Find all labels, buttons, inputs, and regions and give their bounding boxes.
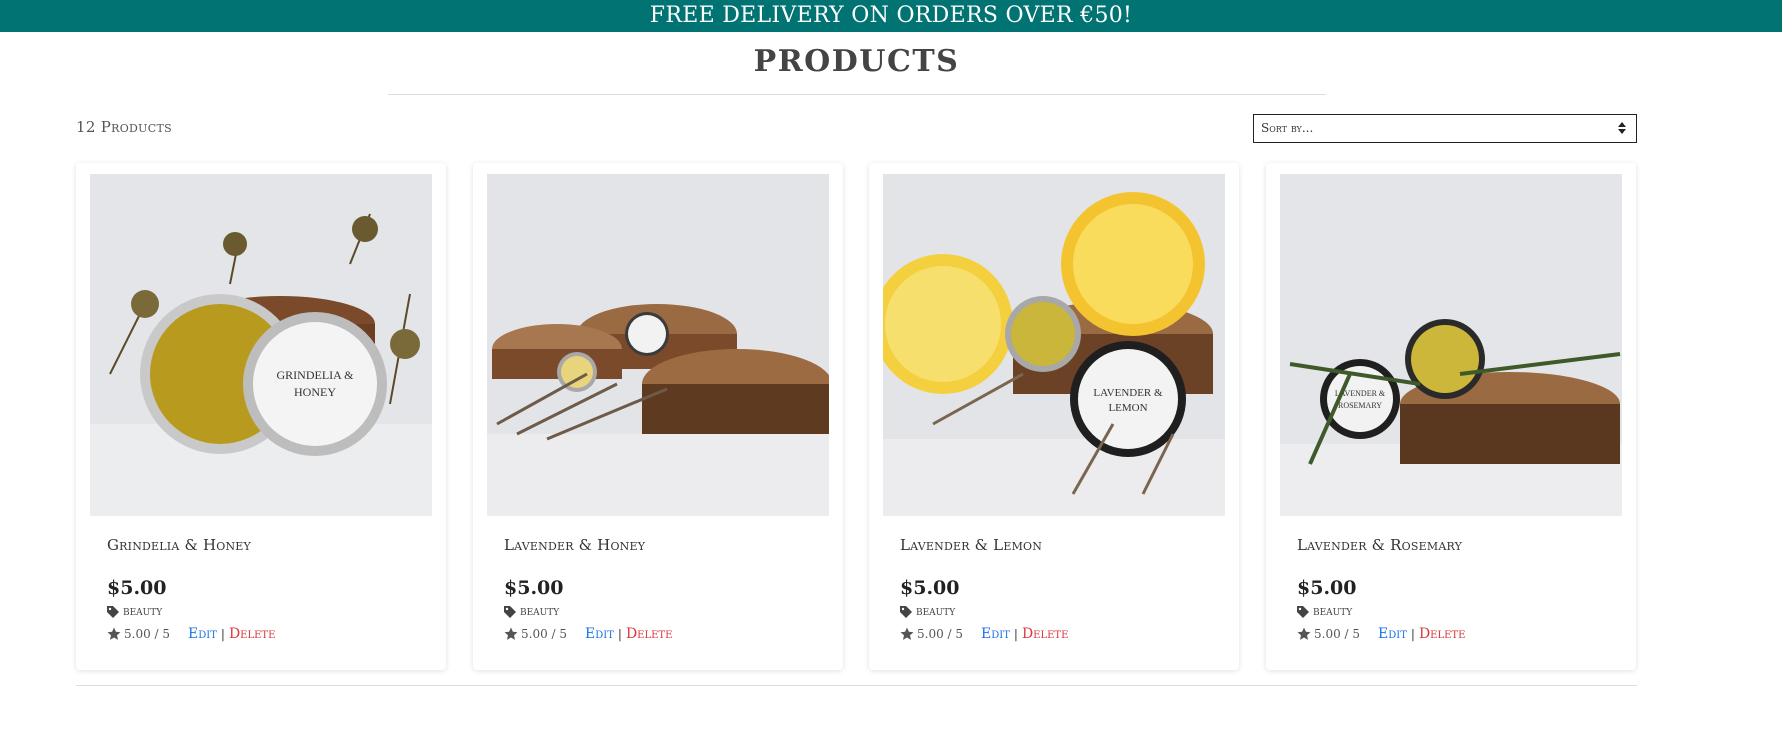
product-rating: 5.00 / 5 <box>124 627 171 641</box>
product-image[interactable]: LAVENDER & LEMON <box>883 174 1225 516</box>
edit-link[interactable]: Edit <box>1378 626 1407 642</box>
category-label: beauty <box>1313 604 1353 619</box>
product-category[interactable]: beauty <box>504 604 559 619</box>
delete-link[interactable]: Delete <box>626 626 672 642</box>
svg-text:LAVENDER &: LAVENDER & <box>1093 387 1163 399</box>
product-card: GRINDELIA & HONEY Grindelia & Honey $5.0… <box>76 163 446 670</box>
star-icon <box>1297 627 1311 640</box>
product-meta: 5.00 / 5 Edit | Delete <box>1297 626 1465 642</box>
product-price: $5.00 <box>1297 577 1357 599</box>
balm-tin-lavender-honey-photo <box>487 174 829 516</box>
product-meta: 5.00 / 5 Edit | Delete <box>504 626 672 642</box>
product-category[interactable]: beauty <box>900 604 955 619</box>
balm-tin-grindelia-photo: GRINDELIA & HONEY <box>90 174 432 516</box>
edit-link[interactable]: Edit <box>981 626 1010 642</box>
balm-tin-rosemary-photo: LAVENDER & ROSEMARY <box>1280 174 1622 516</box>
bottom-divider <box>76 685 1637 686</box>
product-image[interactable]: GRINDELIA & HONEY <box>90 174 432 516</box>
sort-select[interactable]: Sort by... <box>1253 114 1637 143</box>
delete-link[interactable]: Delete <box>1419 626 1465 642</box>
link-separator: | <box>220 627 225 641</box>
product-price: $5.00 <box>900 577 960 599</box>
product-card: LAVENDER & ROSEMARY Lavender & Rosemary … <box>1266 163 1636 670</box>
balm-tin-lemon-photo: LAVENDER & LEMON <box>883 174 1225 516</box>
product-price: $5.00 <box>107 577 167 599</box>
product-rating: 5.00 / 5 <box>521 627 568 641</box>
svg-text:HONEY: HONEY <box>294 385 336 399</box>
category-label: beauty <box>123 604 163 619</box>
edit-link[interactable]: Edit <box>585 626 614 642</box>
tag-icon <box>1297 605 1309 618</box>
product-category[interactable]: beauty <box>1297 604 1352 619</box>
delete-link[interactable]: Delete <box>229 626 275 642</box>
select-arrows-icon <box>1618 121 1626 135</box>
product-image[interactable]: LAVENDER & ROSEMARY <box>1280 174 1622 516</box>
product-name[interactable]: Lavender & Honey <box>504 536 645 554</box>
product-meta: 5.00 / 5 Edit | Delete <box>900 626 1068 642</box>
tag-icon <box>504 605 516 618</box>
product-image[interactable] <box>487 174 829 516</box>
product-rating: 5.00 / 5 <box>917 627 964 641</box>
delete-link[interactable]: Delete <box>1022 626 1068 642</box>
product-name[interactable]: Grindelia & Honey <box>107 536 251 554</box>
link-separator: | <box>1013 627 1018 641</box>
link-separator: | <box>1410 627 1415 641</box>
star-icon <box>504 627 518 640</box>
product-rating: 5.00 / 5 <box>1314 627 1361 641</box>
sort-select-value: Sort by... <box>1261 121 1314 135</box>
title-divider <box>388 94 1326 95</box>
product-category[interactable]: beauty <box>107 604 162 619</box>
product-price: $5.00 <box>504 577 564 599</box>
star-icon <box>107 627 121 640</box>
edit-link[interactable]: Edit <box>188 626 217 642</box>
product-name[interactable]: Lavender & Rosemary <box>1297 536 1462 554</box>
tag-icon <box>107 605 119 618</box>
star-icon <box>900 627 914 640</box>
product-name[interactable]: Lavender & Lemon <box>900 536 1042 554</box>
svg-text:LEMON: LEMON <box>1108 402 1147 414</box>
product-meta: 5.00 / 5 Edit | Delete <box>107 626 275 642</box>
category-label: beauty <box>520 604 560 619</box>
product-card: Lavender & Honey $5.00 beauty 5.00 / 5 E… <box>473 163 843 670</box>
category-label: beauty <box>916 604 956 619</box>
link-separator: | <box>617 627 622 641</box>
page-title: PRODUCTS <box>753 44 960 79</box>
svg-text:ROSEMARY: ROSEMARY <box>1338 401 1382 410</box>
tag-icon <box>900 605 912 618</box>
svg-text:GRINDELIA &: GRINDELIA & <box>277 368 355 382</box>
free-delivery-banner: FREE DELIVERY ON ORDERS OVER €50! <box>0 0 1782 32</box>
product-card: LAVENDER & LEMON Lavender & Lemon $5.00 … <box>869 163 1239 670</box>
product-count: 12 Products <box>76 118 172 136</box>
